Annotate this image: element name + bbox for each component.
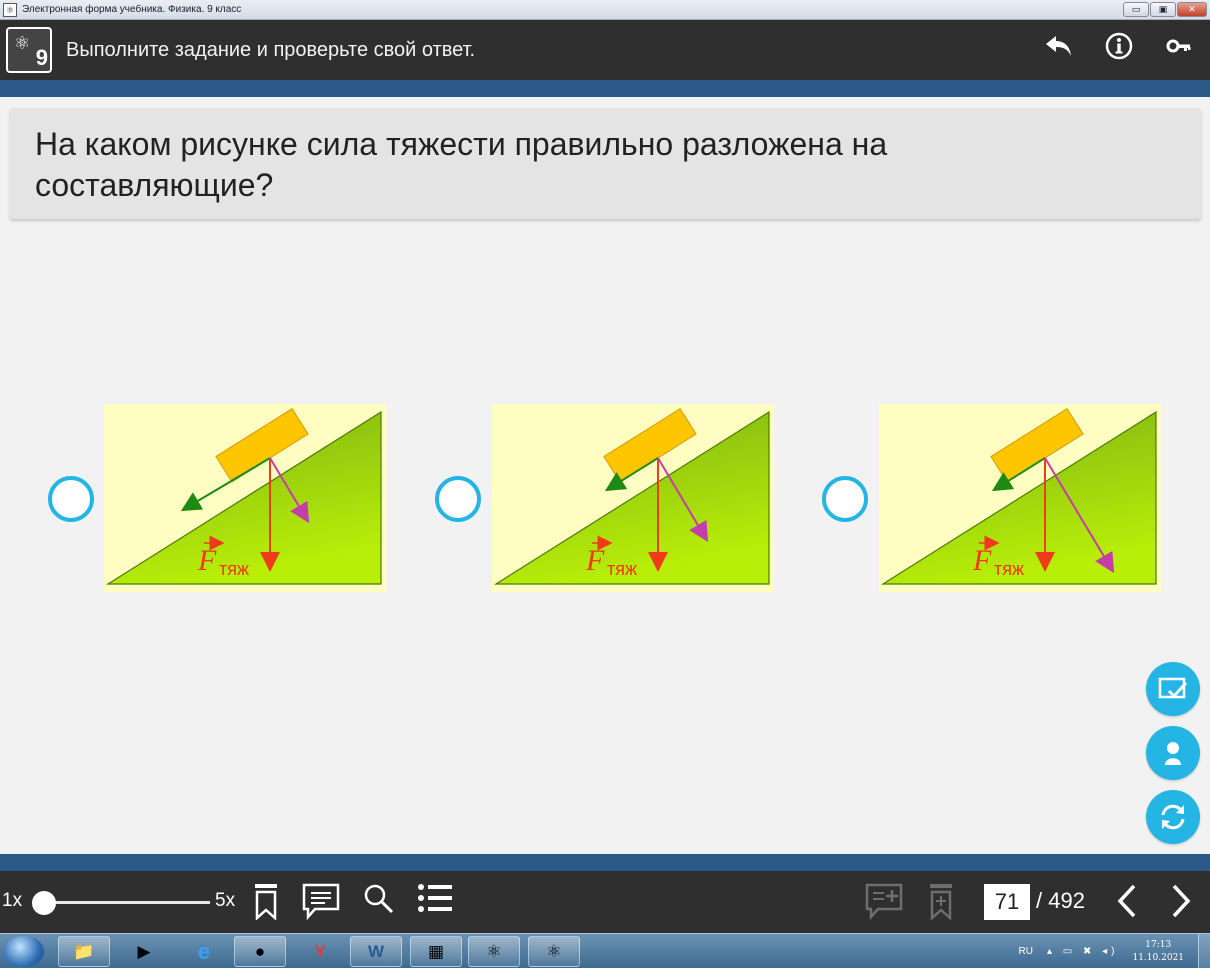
chrome-task[interactable]: ● xyxy=(234,936,286,967)
zoom-min-label: 1x xyxy=(2,890,23,911)
window-titlebar: ⚛ Электронная форма учебника. Физика. 9 … xyxy=(0,0,1210,20)
tray-icons[interactable]: ▴ ▭ ✖ ◂) xyxy=(1047,946,1119,957)
textbook-logo[interactable]: ⚛ 9 xyxy=(6,27,52,73)
bookmarks-icon[interactable] xyxy=(246,882,286,922)
textbook9-task[interactable]: ⚛ xyxy=(468,936,520,967)
bottom-toolbar: 1x 5x 71 / 492 xyxy=(0,871,1210,933)
force-label: F xyxy=(197,544,217,577)
zoom-max-label: 5x xyxy=(215,890,236,911)
key-icon[interactable] xyxy=(1162,31,1196,68)
option-1-figure: F тяж xyxy=(104,404,386,592)
toolbar-divider xyxy=(0,854,1210,871)
word-icon: W xyxy=(367,941,385,961)
header-divider xyxy=(0,80,1210,97)
page-number-input[interactable]: 71 xyxy=(984,884,1030,920)
refresh-icon xyxy=(1161,804,1185,830)
atom-icon: ⚛ xyxy=(14,33,31,53)
chevron-left-icon xyxy=(1117,884,1136,918)
clock[interactable]: 17:13 11.10.2021 xyxy=(1132,939,1184,965)
system-tray: RU ▴ ▭ ✖ ◂) 17:13 11.10.2021 xyxy=(1018,934,1210,968)
window-controls: ▭ ▣ ✕ xyxy=(1123,2,1207,17)
refresh-button[interactable] xyxy=(1146,790,1200,844)
page-total: / 492 xyxy=(1036,888,1085,913)
close-button[interactable]: ✕ xyxy=(1177,2,1207,17)
start-button[interactable] xyxy=(4,936,44,967)
clock-time: 17:13 xyxy=(1145,939,1172,950)
option-2-radio[interactable] xyxy=(435,476,481,522)
clock-date: 11.10.2021 xyxy=(1132,952,1184,963)
chrome-icon: ● xyxy=(254,941,266,961)
info-icon[interactable] xyxy=(1102,31,1136,68)
show-answer-icon xyxy=(1165,742,1181,765)
word-task[interactable]: W xyxy=(350,936,402,967)
option-1-diagram: F тяж xyxy=(105,407,382,585)
next-page-button[interactable] xyxy=(1166,881,1196,930)
force-subscript: тяж xyxy=(994,559,1024,579)
zoom-slider-thumb[interactable] xyxy=(32,891,56,915)
os-taskbar: 📁 ▶ e ● Y W ▦ ⚛ ⚛ RU ▴ ▭ ✖ ◂) 17:13 11.1… xyxy=(0,933,1210,968)
textbook-icon: ⚛ xyxy=(546,941,562,961)
previous-page-button[interactable] xyxy=(1112,881,1142,930)
show-desktop-button[interactable] xyxy=(1198,934,1210,968)
media-player-icon: ▶ xyxy=(137,941,151,961)
undo-icon[interactable] xyxy=(1042,30,1076,69)
search-icon[interactable] xyxy=(358,882,398,922)
force-subscript: тяж xyxy=(607,559,637,579)
option-2-diagram: F тяж xyxy=(493,407,770,585)
header-actions xyxy=(1042,30,1196,69)
chevron-right-icon xyxy=(1172,884,1191,918)
question-text: На каком рисунке сила тяжести правильно … xyxy=(35,126,888,203)
force-subscript: тяж xyxy=(219,559,249,579)
language-indicator[interactable]: RU xyxy=(1018,946,1032,957)
textbook7-task[interactable]: ⚛ xyxy=(528,936,580,967)
option-3-radio[interactable] xyxy=(822,476,868,522)
minimize-button[interactable]: ▭ xyxy=(1123,2,1149,17)
question-card: На каком рисунке сила тяжести правильно … xyxy=(10,108,1201,219)
option-3-figure: F тяж xyxy=(879,404,1161,592)
task-instruction: Выполните задание и проверьте свой ответ… xyxy=(66,38,476,61)
add-bookmark-icon[interactable] xyxy=(921,882,961,922)
yandex-task[interactable]: Y xyxy=(294,936,346,967)
explorer-task[interactable]: 📁 xyxy=(58,936,110,967)
comments-icon[interactable] xyxy=(301,882,341,922)
option-1-radio[interactable] xyxy=(48,476,94,522)
folder-icon: 📁 xyxy=(73,941,95,961)
check-answer-icon xyxy=(1158,677,1188,699)
app-icon: ⚛ xyxy=(3,2,17,17)
yandex-browser-icon: Y xyxy=(314,941,326,961)
media-player-task[interactable]: ▶ xyxy=(118,936,170,967)
option-2-figure: F тяж xyxy=(492,404,774,592)
show-answer-button[interactable] xyxy=(1146,726,1200,780)
app-header: ⚛ 9 Выполните задание и проверьте свой о… xyxy=(0,20,1210,80)
textbook-icon: ⚛ xyxy=(486,941,502,961)
winrar-task[interactable]: ▦ xyxy=(410,936,462,967)
check-answer-button[interactable] xyxy=(1146,662,1200,716)
winrar-icon: ▦ xyxy=(427,941,445,961)
maximize-button[interactable]: ▣ xyxy=(1150,2,1176,17)
internet-explorer-icon: e xyxy=(197,938,211,964)
logo-grade: 9 xyxy=(35,45,48,70)
force-label: F xyxy=(972,544,992,577)
zoom-slider[interactable] xyxy=(40,901,210,904)
option-3-diagram: F тяж xyxy=(880,407,1157,585)
add-comment-icon[interactable] xyxy=(864,882,904,922)
contents-list-icon[interactable] xyxy=(415,882,455,922)
force-label: F xyxy=(585,544,605,577)
ie-task[interactable]: e xyxy=(178,936,230,967)
window-title: Электронная форма учебника. Физика. 9 кл… xyxy=(22,4,242,15)
